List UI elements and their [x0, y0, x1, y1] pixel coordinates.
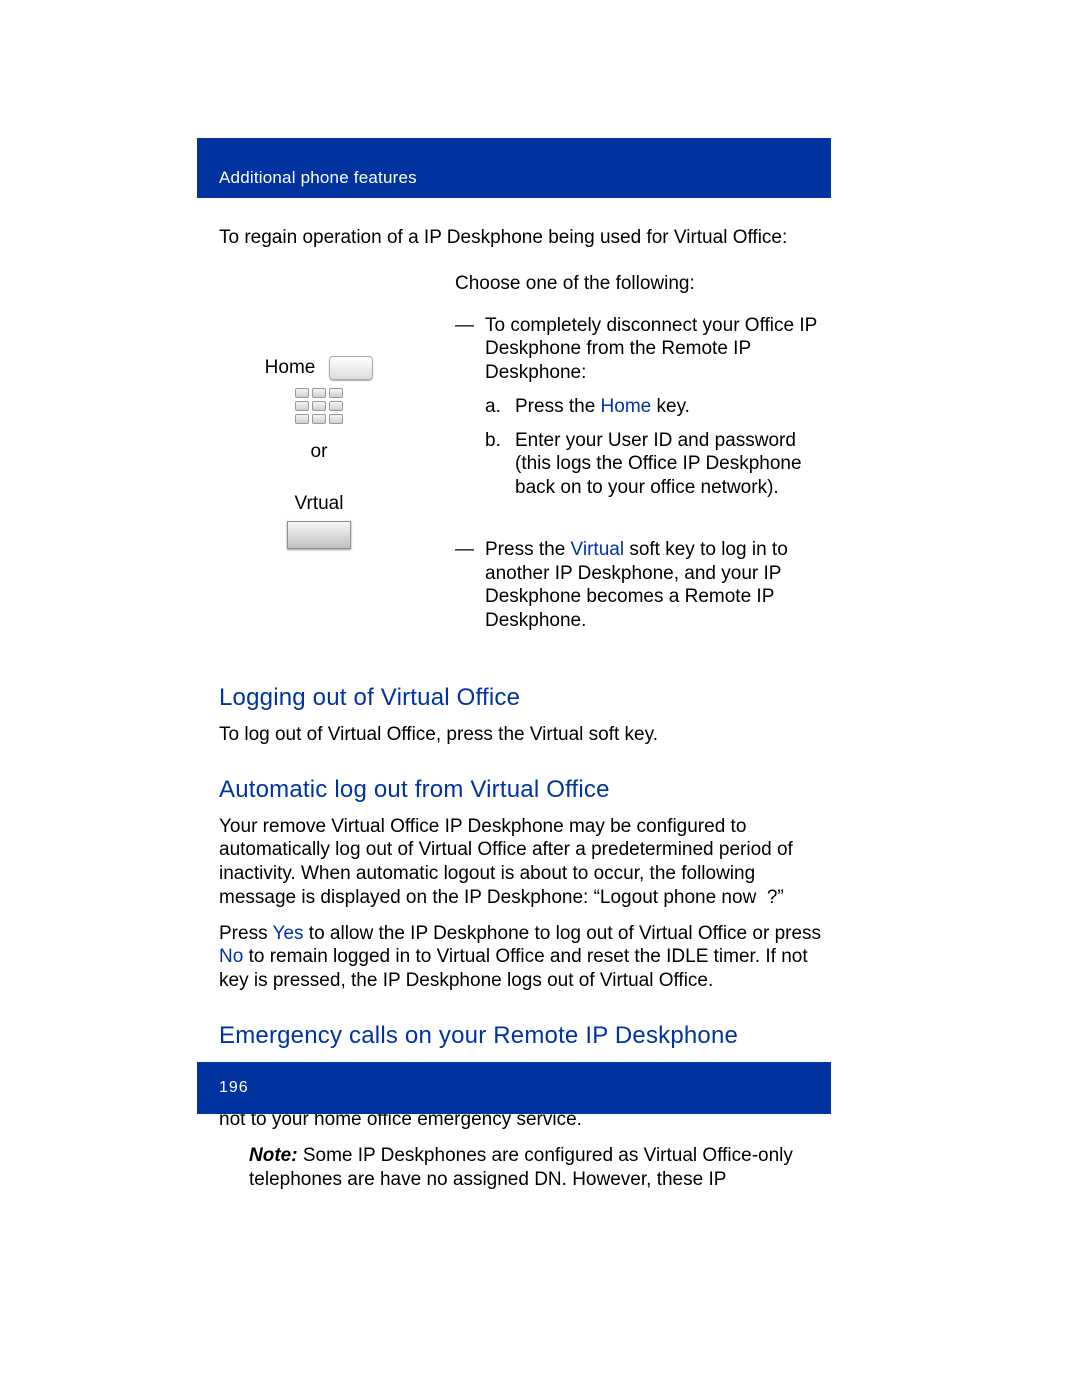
page: Additional phone features To regain oper… [0, 0, 1080, 1397]
keypad-button [295, 388, 309, 398]
note-text: Some IP Deskphones are configured as Vir… [249, 1145, 793, 1190]
auto-pre: Press [219, 923, 273, 944]
virtual-label: Vrtual [295, 492, 344, 516]
auto-post: to remain logged in to Virtual Office an… [219, 946, 808, 991]
no-link: No [219, 946, 243, 967]
home-label: Home [265, 356, 316, 380]
keypad-button [312, 388, 326, 398]
content: To regain operation of a IP Deskphone be… [219, 220, 829, 1192]
logout-para: To log out of Virtual Office, press the … [219, 723, 829, 747]
virtual-link: Virtual [571, 539, 625, 560]
dash-marker: — [455, 538, 475, 633]
dash2-pre: Press the [485, 539, 571, 560]
header-band: Additional phone features [197, 138, 831, 198]
or-label: or [311, 440, 328, 464]
step-a: a. Press the Home key. [485, 395, 829, 419]
home-row: Home [265, 356, 374, 380]
keypad-button [312, 401, 326, 411]
keypad-button [295, 401, 309, 411]
auto-para2: Press Yes to allow the IP Deskphone to l… [219, 922, 829, 993]
auto-para1: Your remove Virtual Office IP Deskphone … [219, 815, 829, 910]
auto-mid: to allow the IP Deskphone to log out of … [304, 923, 822, 944]
soft-key-icon [287, 521, 351, 549]
virtual-block: Vrtual [287, 492, 351, 550]
marker-b: b. [485, 429, 503, 500]
left-column: Home or Vrtual [219, 272, 419, 643]
heading-emergency: Emergency calls on your Remote IP Deskph… [219, 1021, 829, 1051]
keypad-button [329, 388, 343, 398]
keypad-button [329, 414, 343, 424]
list-item: — Press the Virtual soft key to log in t… [455, 538, 829, 633]
heading-auto: Automatic log out from Virtual Office [219, 775, 829, 805]
note-block: Note: Some IP Deskphones are configured … [249, 1144, 829, 1192]
home-key-icon [329, 356, 373, 380]
page-number: 196 [219, 1079, 249, 1097]
step-a-post: key. [651, 396, 690, 417]
heading-logout: Logging out of Virtual Office [219, 683, 829, 713]
keypad-icon [295, 388, 343, 424]
step-b-text: Enter your User ID and password (this lo… [515, 429, 829, 500]
dash-marker: — [455, 314, 475, 510]
marker-a: a. [485, 395, 503, 419]
keypad-button [329, 401, 343, 411]
list-item: — To completely disconnect your Office I… [455, 314, 829, 510]
choose-text: Choose one of the following: [455, 272, 829, 296]
intro-text: To regain operation of a IP Deskphone be… [219, 226, 829, 250]
keypad-button [312, 414, 326, 424]
right-column: Choose one of the following: — To comple… [455, 272, 829, 643]
keypad-button [295, 414, 309, 424]
note-label: Note: [249, 1145, 298, 1166]
step-a-pre: Press the [515, 396, 601, 417]
home-link: Home [601, 396, 652, 417]
header-title: Additional phone features [219, 168, 417, 188]
disconnect-text: To completely disconnect your Office IP … [485, 314, 829, 385]
yes-link: Yes [273, 923, 304, 944]
instruction-row: Home or Vrtual [219, 272, 829, 643]
footer-band: 196 [197, 1062, 831, 1114]
step-b: b. Enter your User ID and password (this… [485, 429, 829, 500]
